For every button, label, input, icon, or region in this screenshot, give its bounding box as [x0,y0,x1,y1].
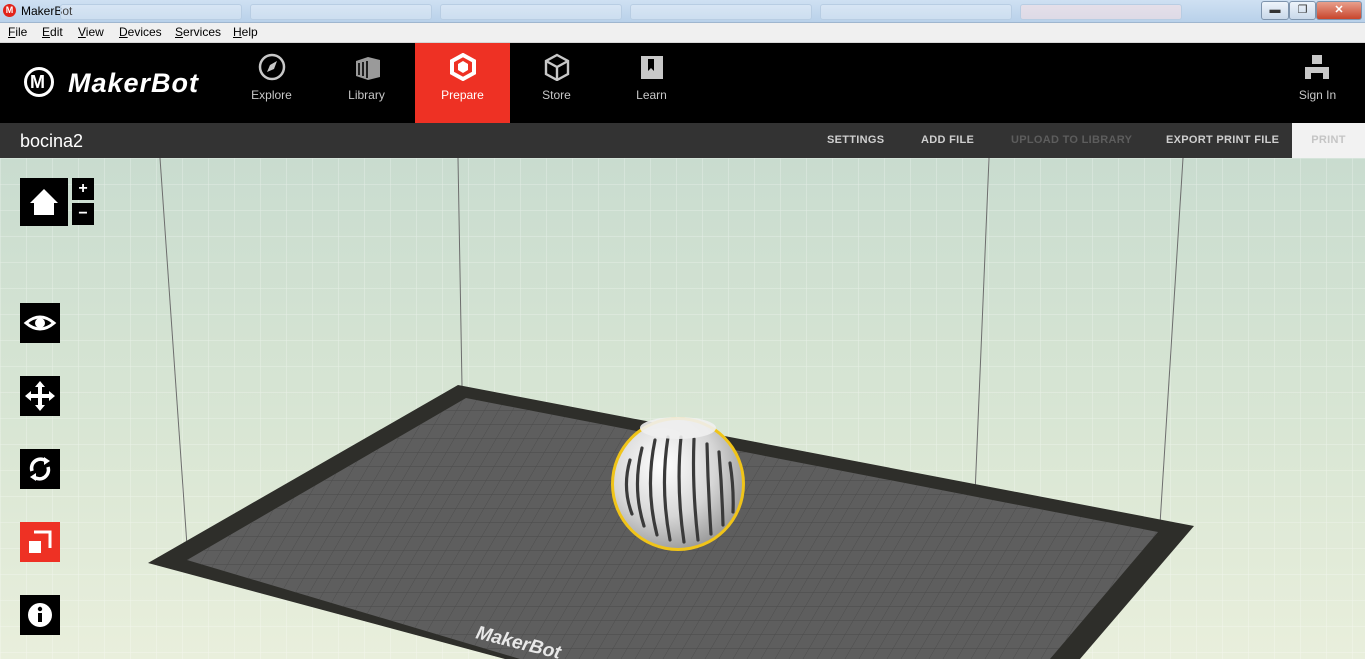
menu-edit[interactable]: Edit [42,25,63,39]
maximize-button[interactable]: ❐ [1289,1,1316,20]
library-stack-icon [356,57,380,80]
info-icon [28,603,52,627]
3d-viewport[interactable]: MakerBot + − [0,158,1365,659]
user-icon [1305,55,1329,79]
nav-store[interactable]: Store [509,43,604,123]
build-volume-scene: MakerBot [0,158,1365,659]
nav-prepare-label: Prepare [441,88,484,102]
top-navigation: MakerBot Explore Library Prepare Store [0,43,1365,123]
minimize-button[interactable]: ▬ [1261,1,1289,20]
eye-icon [23,315,57,331]
menu-view[interactable]: View [78,25,104,39]
sign-in-label: Sign In [1298,88,1337,102]
move-tool-button[interactable] [20,376,60,416]
view-tool-button[interactable] [20,303,60,343]
close-button[interactable]: ✕ [1316,1,1362,20]
rotate-tool-button[interactable] [20,449,60,489]
menu-devices[interactable]: Devices [119,25,162,39]
scale-tool-button[interactable] [20,522,60,562]
background-tab[interactable] [440,4,622,20]
makerbot-app-icon: M [3,4,16,17]
menu-file[interactable]: File [8,25,27,39]
background-tab[interactable] [60,4,242,20]
window-title-bar: M MakerBot ▬ ❐ ✕ [0,0,1365,23]
book-icon [641,56,663,79]
document-title: bocina2 [20,131,84,151]
zoom-out-button[interactable]: − [72,203,94,225]
nav-library-label: Library [348,88,385,102]
sign-in-button[interactable]: Sign In [1290,43,1345,123]
print-button[interactable]: PRINT [1292,123,1365,158]
makerbot-logo-mark-icon [24,67,54,97]
menu-bar: File Edit View Devices Services Help [0,23,1365,43]
add-file-button[interactable]: ADD FILE [921,134,974,146]
background-tab[interactable] [1020,4,1182,20]
upload-to-library-button[interactable]: UPLOAD TO LIBRARY [1011,134,1132,146]
speaker-sphere-model[interactable] [611,417,745,551]
home-icon [30,189,58,215]
home-view-button[interactable] [20,178,68,226]
nav-explore-label: Explore [251,88,292,102]
object-info-button[interactable] [20,595,60,635]
nav-learn[interactable]: Learn [604,43,699,123]
rotate-icon [29,457,51,481]
nav-learn-label: Learn [636,88,667,102]
background-tab[interactable] [250,4,432,20]
nav-store-label: Store [542,88,571,102]
prepare-toolbar: bocina2 SETTINGS ADD FILE UPLOAD TO LIBR… [0,123,1365,158]
nav-library[interactable]: Library [319,43,414,123]
cube-icon [544,53,570,81]
scale-icon [29,530,52,553]
nav-prepare[interactable]: Prepare [415,43,510,123]
menu-services[interactable]: Services [175,25,221,39]
compass-icon [258,53,286,81]
move-arrows-icon [25,381,55,411]
zoom-in-button[interactable]: + [72,178,94,200]
menu-help[interactable]: Help [233,25,258,39]
background-tab[interactable] [820,4,1012,20]
export-print-file-button[interactable]: EXPORT PRINT FILE [1166,134,1279,146]
background-taskbar-tabs [60,4,1250,20]
prepare-hexagon-icon [450,53,476,81]
makerbot-logo-text: MakerBot [68,68,200,98]
background-tab[interactable] [630,4,812,20]
nav-explore[interactable]: Explore [224,43,319,123]
settings-button[interactable]: SETTINGS [827,134,884,146]
